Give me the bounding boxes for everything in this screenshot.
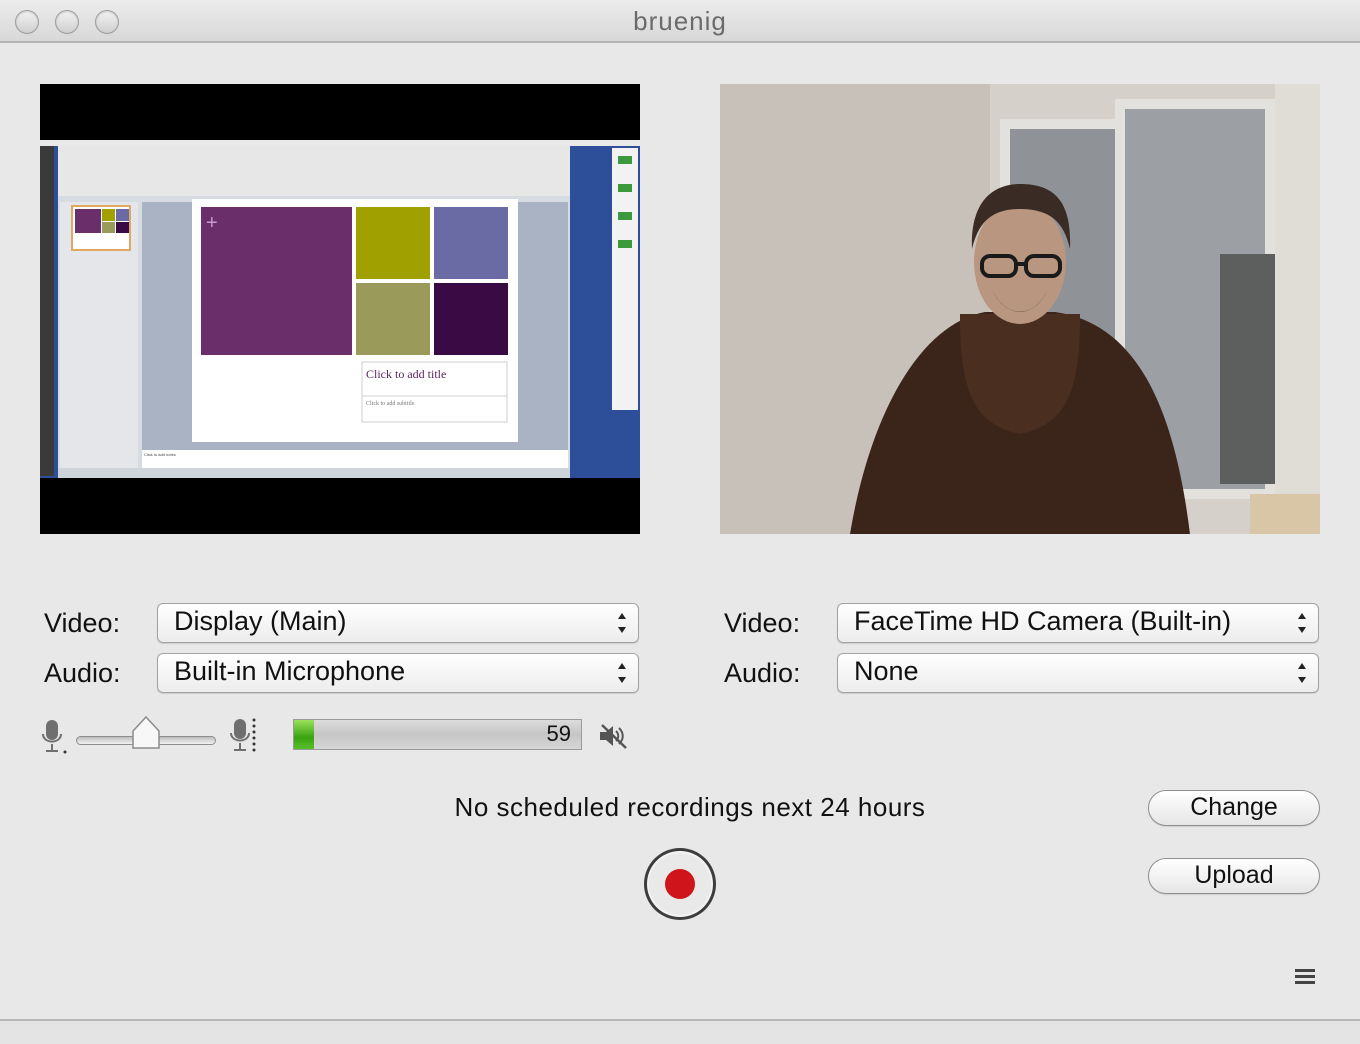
right-audio-value: None: [854, 656, 919, 686]
audio-level-fill: [294, 720, 315, 749]
left-video-select[interactable]: Display (Main): [157, 603, 639, 643]
left-video-value: Display (Main): [174, 606, 347, 636]
audio-level-value: 59: [546, 721, 571, 746]
right-audio-label: Audio:: [724, 658, 801, 688]
input-volume-slider-knob[interactable]: [132, 716, 160, 750]
left-audio-label: Audio:: [44, 658, 121, 688]
screen-preview: + Click to add title Click to add subtit…: [40, 84, 640, 534]
popup-arrows-icon: [1298, 613, 1306, 633]
camera-image: [720, 84, 1320, 534]
popup-arrows-icon: [618, 663, 626, 683]
right-video-value: FaceTime HD Camera (Built-in): [854, 606, 1232, 636]
bottom-bar: [0, 1019, 1360, 1044]
window-title: bruenig: [633, 6, 727, 36]
menu-icon[interactable]: [1294, 966, 1316, 986]
right-video-label: Video:: [724, 608, 801, 638]
camera-preview: [720, 84, 1320, 534]
right-video-select[interactable]: FaceTime HD Camera (Built-in): [837, 603, 1319, 643]
popup-arrows-icon: [618, 613, 626, 633]
popup-arrows-icon: [1298, 663, 1306, 683]
notes-placeholder: Click to add notes: [144, 452, 176, 457]
left-audio-select[interactable]: Built-in Microphone: [157, 653, 639, 693]
right-audio-select[interactable]: None: [837, 653, 1319, 693]
screen-capture-image: + Click to add title Click to add subtit…: [40, 84, 640, 534]
left-audio-value: Built-in Microphone: [174, 656, 406, 686]
audio-level-meter: 59: [293, 719, 582, 750]
schedule-status-text: No scheduled recordings next 24 hours: [454, 792, 926, 822]
speaker-muted-icon[interactable]: [598, 723, 628, 749]
mic-high-icon: [230, 718, 256, 752]
title-bar: bruenig: [0, 0, 1360, 43]
mic-low-icon: [42, 720, 67, 754]
slide-title-placeholder: Click to add title: [366, 367, 446, 381]
svg-text:+: +: [206, 212, 218, 234]
change-button[interactable]: Change: [1148, 790, 1320, 826]
record-icon: [665, 869, 695, 899]
slide-subtitle-placeholder: Click to add subtitle: [366, 401, 415, 407]
upload-button[interactable]: Upload: [1148, 858, 1320, 894]
record-button[interactable]: [642, 846, 718, 922]
left-video-label: Video:: [44, 608, 121, 638]
